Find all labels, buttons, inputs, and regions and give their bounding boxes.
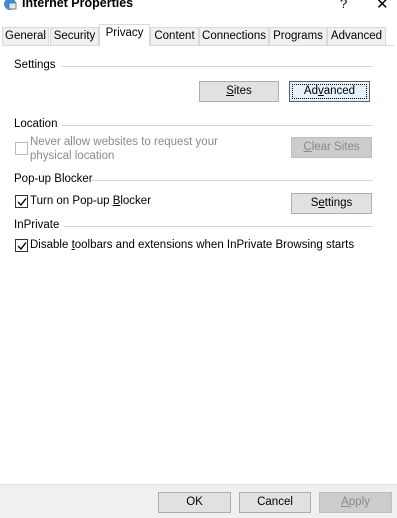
sites-label-accel: S — [226, 85, 234, 97]
tab-panel-border — [2, 45, 394, 46]
inprivate-divider — [64, 226, 373, 227]
help-button[interactable]: ? — [340, 0, 347, 11]
window-title: Internet Properties — [22, 0, 134, 10]
popup-blocker-divider — [92, 180, 373, 181]
turn-on-popup-blocker-label: Turn on Pop-up Blocker — [30, 195, 151, 207]
ok-button[interactable]: OK — [158, 492, 231, 513]
sites-button[interactable]: Sites — [199, 81, 279, 102]
toolbars-label-post: oolbars and extensions when InPrivate Br… — [74, 239, 355, 251]
popup-settings-label-post: ttings — [324, 197, 353, 209]
advanced-button[interactable]: Advanced — [289, 81, 370, 102]
popup-blocker-heading: Pop-up Blocker — [14, 173, 93, 185]
apply-button[interactable]: Apply — [319, 492, 392, 513]
cancel-button[interactable]: Cancel — [239, 492, 311, 513]
tab-content[interactable]: Content — [150, 27, 199, 45]
never-allow-location-label-line2: physical location — [30, 150, 115, 162]
popup-label-post: locker — [120, 195, 152, 207]
clear-sites-label-post: lear Sites — [311, 141, 360, 153]
never-allow-location-checkbox[interactable] — [15, 142, 28, 155]
location-divider — [62, 125, 373, 126]
popup-label-pre: Turn on Pop-up — [30, 195, 113, 207]
tab-advanced[interactable]: Advanced — [327, 27, 386, 45]
title-bar: Internet Properties ? ✕ — [0, 0, 397, 14]
apply-label-accel: A — [341, 496, 349, 508]
close-button[interactable]: ✕ — [376, 0, 389, 13]
tab-label: Security — [53, 30, 96, 42]
popup-settings-button[interactable]: Settings — [291, 193, 372, 214]
tab-security[interactable]: Security — [50, 27, 99, 45]
location-heading: Location — [14, 118, 58, 130]
advanced-label-post: anced — [323, 85, 356, 97]
tab-programs[interactable]: Programs — [269, 27, 327, 45]
checkmark-icon — [17, 198, 27, 207]
turn-on-popup-blocker-checkbox[interactable] — [15, 195, 28, 208]
tab-privacy[interactable]: Privacy — [99, 24, 150, 46]
settings-divider — [62, 66, 373, 67]
tab-label: Content — [154, 30, 195, 42]
cancel-label: Cancel — [257, 496, 293, 508]
tab-strip: General Security Privacy Content Connect… — [2, 24, 394, 46]
internet-properties-icon — [3, 0, 17, 11]
toolbars-label-pre: Disable — [30, 239, 72, 251]
disable-toolbars-checkbox[interactable] — [15, 239, 28, 252]
disable-toolbars-label: Disable toolbars and extensions when InP… — [30, 239, 354, 251]
never-allow-location-label-line1: Never allow websites to request your — [30, 136, 218, 148]
advanced-label-pre: Ad — [303, 85, 318, 97]
tab-general[interactable]: General — [2, 27, 49, 45]
tab-label: Advanced — [330, 30, 383, 42]
clear-sites-label-accel: C — [303, 141, 312, 153]
sites-label-post: ites — [233, 85, 252, 97]
tab-label: General — [5, 30, 46, 42]
apply-label-post: pply — [348, 496, 370, 508]
tab-label: Connections — [202, 30, 266, 42]
settings-heading: Settings — [14, 59, 56, 71]
clear-sites-button[interactable]: Clear Sites — [291, 137, 372, 158]
inprivate-heading: InPrivate — [14, 219, 60, 231]
checkmark-icon — [17, 242, 27, 251]
tab-connections[interactable]: Connections — [199, 27, 269, 45]
tab-label: Programs — [273, 30, 323, 42]
ok-label: OK — [186, 496, 203, 508]
tab-label: Privacy — [105, 27, 144, 39]
